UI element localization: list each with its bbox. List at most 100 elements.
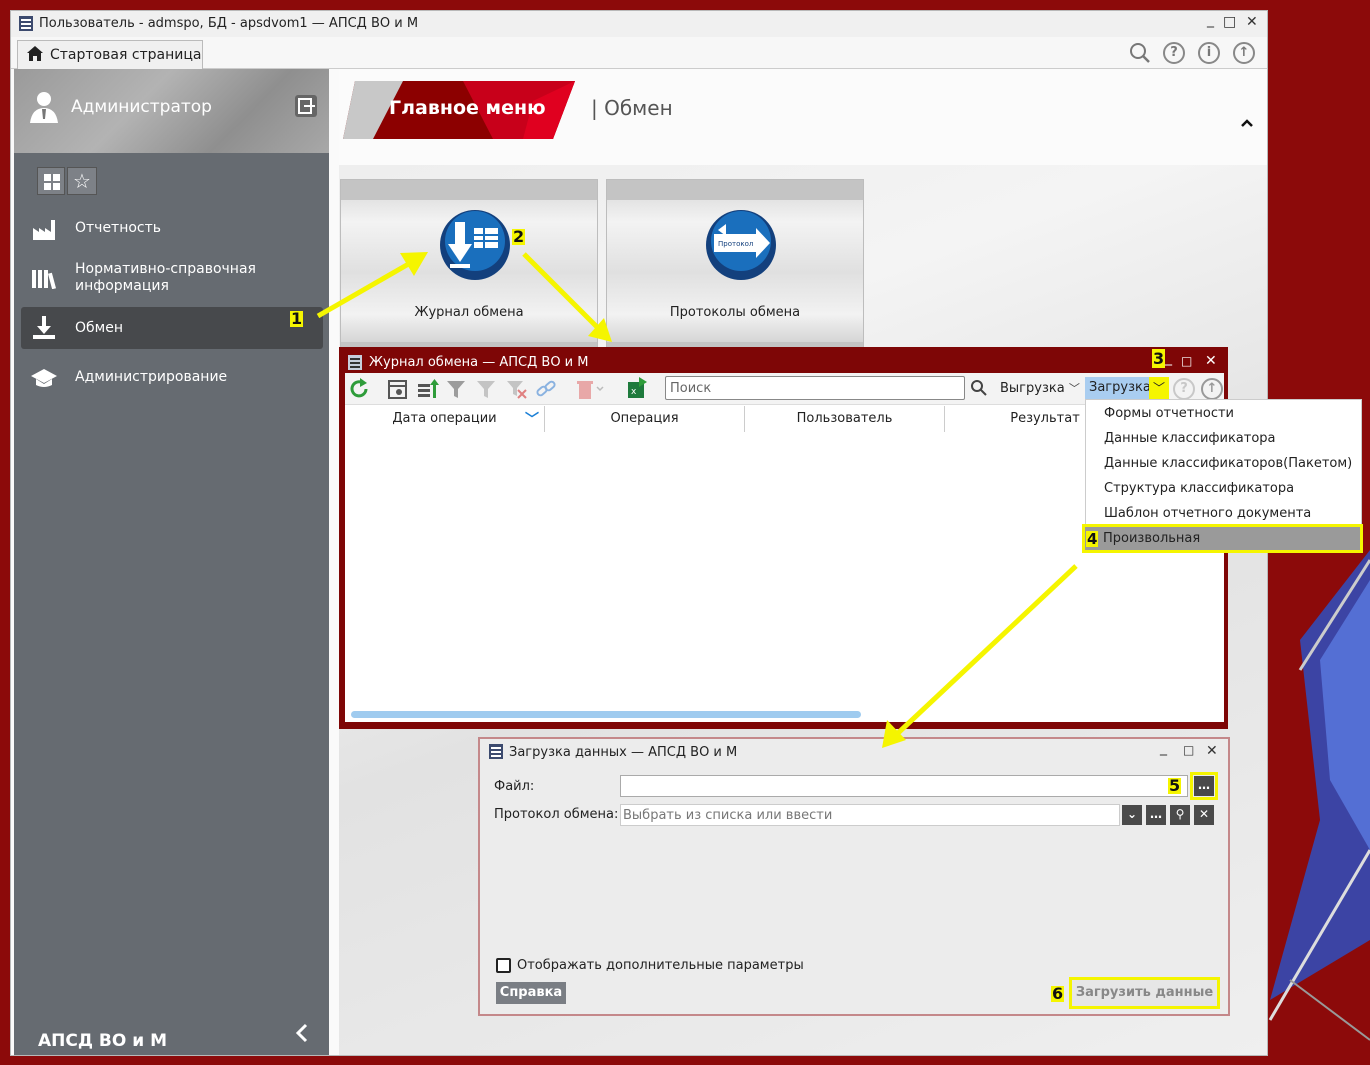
svg-text:x: x (631, 387, 637, 397)
show-params-checkbox[interactable] (496, 958, 511, 973)
sort-chevron-icon[interactable]: ﹀ (525, 409, 539, 429)
clear-icon[interactable]: ✕ (1194, 805, 1214, 825)
tile-exchange-journal[interactable]: Журнал обмена (340, 179, 598, 349)
help-icon[interactable]: ? (1163, 42, 1185, 64)
star-icon[interactable]: ☆ (67, 167, 97, 195)
logout-icon[interactable] (294, 94, 318, 118)
exchange-protocols-icon: Протокол (706, 210, 776, 280)
excel-icon[interactable]: x (625, 377, 649, 401)
maximize-icon[interactable]: □ (1183, 743, 1194, 757)
search-input[interactable] (665, 376, 965, 400)
tile-label: Протоколы обмена (669, 305, 801, 320)
annotation-1: 1 (290, 309, 304, 328)
menu-item-report-template[interactable]: Шаблон отчетного документа (1086, 501, 1361, 526)
annotation-5: 5 (1168, 776, 1182, 795)
protocol-dropdown-button[interactable]: ⌄ (1122, 805, 1142, 825)
file-browse-highlight: … (1190, 772, 1218, 800)
table-settings-icon[interactable] (387, 378, 409, 400)
sort-up-icon[interactable] (417, 378, 439, 400)
filter-remove-icon[interactable] (505, 378, 527, 400)
maximize-icon[interactable]: □ (1181, 354, 1192, 368)
journal-title: Журнал обмена — АПСД ВО и М (369, 355, 589, 370)
search-icon[interactable] (970, 379, 988, 397)
link-icon[interactable] (535, 378, 557, 400)
protocol-browse-button[interactable]: … (1146, 805, 1166, 825)
tab-bar: Стартовая страница ? i ↑ (11, 37, 1267, 69)
sidebar-item-administration[interactable]: Администрирование (21, 359, 323, 395)
upload-icon[interactable]: ↑ (1233, 42, 1255, 64)
maximize-icon[interactable]: □ (1223, 14, 1236, 30)
tile-label: Журнал обмена (414, 305, 524, 320)
sidebar-item-label: Нормативно-справочная информация (75, 261, 256, 294)
exchange-journal-icon (440, 210, 510, 280)
menu-item-classifier-structure[interactable]: Структура классификатора (1086, 476, 1361, 501)
dialog-title: Загрузка данных — АПСД ВО и М (509, 745, 738, 760)
chevron-down-icon: ﹀ (1068, 382, 1080, 395)
delete-icon[interactable] (575, 378, 605, 400)
menu-item-report-forms[interactable]: Формы отчетности (1086, 401, 1361, 426)
factory-icon (33, 220, 55, 240)
minimize-icon[interactable]: _ (1165, 350, 1172, 366)
title-bar: Пользователь - admspo, БД - apsdvom1 — А… (11, 11, 1267, 37)
collapse-left-icon[interactable] (294, 1023, 310, 1043)
window-title: Пользователь - admspo, БД - apsdvom1 — А… (39, 16, 419, 31)
user-icon (30, 92, 58, 123)
user-name: Администратор (71, 97, 212, 117)
file-label: Файл: (494, 779, 535, 794)
close-icon[interactable]: ✕ (1206, 743, 1218, 759)
close-icon[interactable]: ✕ (1205, 353, 1217, 369)
page-header: Главное меню | Обмен (339, 69, 1267, 165)
main-menu-title[interactable]: Главное меню (389, 97, 546, 119)
tab-start-page-label: Стартовая страница (50, 47, 202, 63)
tile-exchange-protocols[interactable]: Протокол Протоколы обмена (606, 179, 864, 349)
minimize-icon[interactable]: _ (1207, 12, 1214, 28)
protocol-input[interactable]: Выбрать из списка или ввести (620, 804, 1120, 826)
column-header-operation[interactable]: Операция (545, 406, 745, 432)
sidebar-item-label: Администрирование (75, 369, 228, 385)
app-icon (489, 744, 503, 759)
help-icon[interactable]: ? (1173, 378, 1195, 400)
chevron-down-icon[interactable]: ﹀ (1149, 377, 1169, 401)
books-icon (32, 270, 57, 289)
minimize-icon[interactable]: _ (1160, 740, 1167, 756)
grid-icon[interactable] (37, 167, 65, 195)
sidebar: Администратор ☆ Отчетность Нормативно-сп… (14, 69, 329, 1055)
filter-clear-icon[interactable] (475, 378, 497, 400)
sidebar-footer: АПСД ВО и М (38, 1031, 167, 1051)
sidebar-item-label: Обмен (75, 320, 123, 336)
filter-icon[interactable] (445, 378, 467, 400)
close-icon[interactable]: ✕ (1246, 14, 1258, 30)
protocol-icon-caption: Протокол (718, 240, 753, 248)
annotation-3: 3 (1152, 349, 1166, 368)
import-label: Загрузка (1089, 380, 1151, 395)
annotation-6: 6 (1051, 984, 1065, 1003)
menu-item-classifier-data[interactable]: Данные классификатора (1086, 426, 1361, 451)
sidebar-item-reference-info[interactable]: Нормативно-справочная информация (21, 255, 323, 299)
load-data-dialog: Загрузка данных — АПСД ВО и М _ □ ✕ Файл… (478, 737, 1230, 1016)
graduation-cap-icon (31, 369, 57, 387)
upload-icon[interactable]: ↑ (1201, 378, 1223, 400)
annotation-2: 2 (512, 227, 526, 246)
info-icon[interactable]: i (1198, 42, 1220, 64)
sidebar-item-reporting[interactable]: Отчетность (21, 210, 323, 246)
load-data-button[interactable]: Загрузить данные (1069, 977, 1220, 1009)
menu-item-arbitrary[interactable]: 4 Произвольная (1082, 524, 1363, 553)
show-params-label: Отображать дополнительные параметры (517, 958, 804, 973)
column-header-user[interactable]: Пользователь (745, 406, 945, 432)
tab-start-page[interactable]: Стартовая страница (17, 40, 203, 69)
chevron-up-icon[interactable] (1240, 118, 1254, 128)
annotation-4: 4 (1086, 530, 1099, 548)
sidebar-item-exchange[interactable]: Обмен (21, 307, 323, 349)
search-icon[interactable]: ⚲ (1170, 805, 1190, 825)
export-dropdown[interactable]: Выгрузка ﹀ (1000, 380, 1080, 396)
home-icon (27, 46, 43, 61)
search-icon[interactable] (1129, 42, 1151, 64)
column-header-date[interactable]: Дата операции ﹀ (345, 406, 545, 432)
refresh-icon[interactable] (348, 378, 370, 400)
horizontal-scrollbar[interactable] (351, 711, 861, 718)
menu-item-classifier-data-batch[interactable]: Данные классификаторов(Пакетом) (1086, 451, 1361, 476)
help-button[interactable]: Справка (496, 982, 566, 1004)
file-input[interactable]: 5 (620, 775, 1188, 797)
file-browse-button[interactable]: … (1194, 776, 1214, 796)
user-panel: Администратор (14, 69, 329, 153)
